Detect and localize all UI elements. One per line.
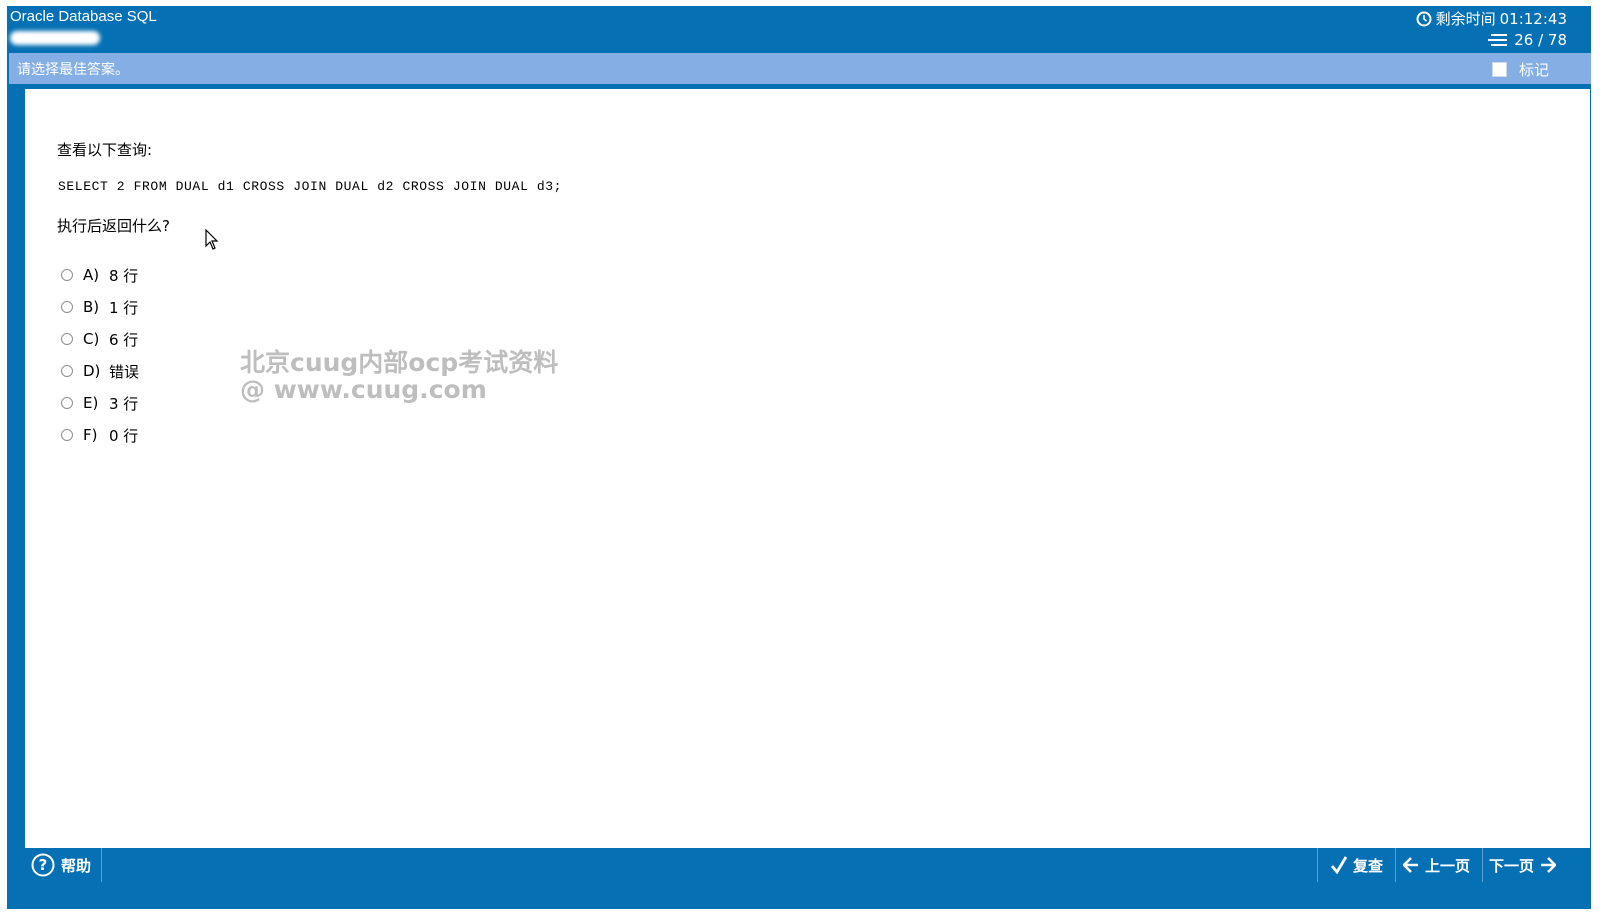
question-progress: 26 / 78 <box>1488 31 1567 49</box>
app-title: Oracle Database SQL <box>10 8 157 25</box>
previous-label: 上一页 <box>1425 856 1471 875</box>
svg-text:?: ? <box>39 856 48 874</box>
option-text: 错误 <box>109 362 140 381</box>
watermark-line-2: @ www.cuug.com <box>240 375 487 404</box>
radio-button[interactable] <box>61 301 73 313</box>
next-label: 下一页 <box>1489 856 1535 875</box>
toolbar-divider <box>1482 848 1483 882</box>
option-text: 1 行 <box>109 298 139 317</box>
option-b[interactable]: B) 1 行 <box>61 291 139 323</box>
review-button[interactable]: 复查 <box>1331 848 1383 882</box>
radio-button[interactable] <box>61 333 73 345</box>
toolbar-divider <box>1317 848 1318 882</box>
radio-button[interactable] <box>61 397 73 409</box>
mark-for-review[interactable]: 标记 <box>1491 59 1549 80</box>
watermark-line-1: 北京cuug内部ocp考试资料 <box>240 348 559 377</box>
option-key: D) <box>83 362 101 380</box>
option-text: 0 行 <box>109 426 139 445</box>
time-remaining-value: 01:12:43 <box>1499 9 1567 28</box>
help-label: 帮助 <box>61 856 92 875</box>
mouse-cursor-icon <box>205 229 219 250</box>
question-prompt: 执行后返回什么? <box>57 217 170 235</box>
question-sql: SELECT 2 FROM DUAL d1 CROSS JOIN DUAL d2… <box>58 179 563 194</box>
clock-icon <box>1416 11 1432 26</box>
bottom-toolbar: ? 帮助 复查 上一页 下一页 <box>25 848 1590 882</box>
arrow-right-icon <box>1541 857 1557 873</box>
option-key: B) <box>83 298 100 316</box>
checkmark-icon <box>1331 856 1347 874</box>
exam-window: Oracle Database SQL 剩余时间 01:12:43 26 / 7… <box>7 6 1591 909</box>
mark-label: 标记 <box>1518 61 1549 79</box>
review-label: 复查 <box>1353 856 1384 875</box>
radio-button[interactable] <box>61 365 73 377</box>
option-c[interactable]: C) 6 行 <box>61 323 139 355</box>
option-d[interactable]: D) 错误 <box>61 355 139 387</box>
question-panel: 查看以下查询: SELECT 2 FROM DUAL d1 CROSS JOIN… <box>25 89 1590 880</box>
mark-checkbox[interactable] <box>1491 62 1507 77</box>
option-key: A) <box>83 266 100 284</box>
redacted-username <box>10 31 100 45</box>
answer-options: A) 8 行 B) 1 行 C) 6 行 D) 错误 E) 3 行 F) 0 行 <box>61 259 139 451</box>
time-remaining-label: 剩余时间 <box>1435 10 1496 28</box>
radio-button[interactable] <box>61 429 73 441</box>
option-text: 8 行 <box>109 266 139 285</box>
option-key: E) <box>83 394 99 412</box>
option-text: 3 行 <box>109 394 139 413</box>
radio-button[interactable] <box>61 269 73 281</box>
instruction-text: 请选择最佳答案。 <box>17 62 129 78</box>
instruction-bar: 请选择最佳答案。 标记 <box>9 53 1591 84</box>
question-counter: 26 / 78 <box>1514 31 1567 49</box>
next-button[interactable]: 下一页 <box>1489 848 1557 882</box>
toolbar-divider <box>1395 848 1396 882</box>
help-button[interactable]: ? 帮助 <box>31 848 91 882</box>
watermark: 北京cuug内部ocp考试资料 @ www.cuug.com <box>240 349 558 403</box>
time-remaining: 剩余时间 01:12:43 <box>1416 8 1567 29</box>
option-f[interactable]: F) 0 行 <box>61 419 139 451</box>
arrow-left-icon <box>1403 857 1418 873</box>
option-key: F) <box>83 426 98 444</box>
help-icon: ? <box>31 853 55 877</box>
toolbar-divider <box>101 848 102 882</box>
option-a[interactable]: A) 8 行 <box>61 259 139 291</box>
option-text: 6 行 <box>109 330 139 349</box>
option-key: C) <box>83 330 100 348</box>
list-icon <box>1488 34 1508 46</box>
question-intro: 查看以下查询: <box>57 141 153 159</box>
previous-button[interactable]: 上一页 <box>1403 848 1470 882</box>
option-e[interactable]: E) 3 行 <box>61 387 139 419</box>
